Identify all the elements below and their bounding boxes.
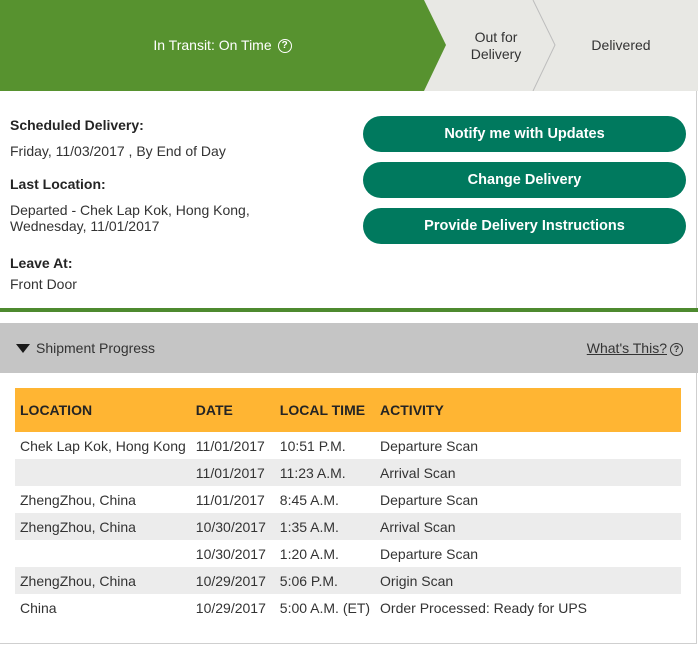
section-divider bbox=[0, 308, 698, 312]
table-row: China 10/29/2017 5:00 A.M. (ET) Order Pr… bbox=[15, 594, 681, 621]
help-icon[interactable]: ? bbox=[277, 39, 292, 54]
cell-location: ZhengZhou, China bbox=[20, 491, 136, 508]
cell-time: 1:35 A.M. bbox=[279, 518, 339, 535]
delivery-progress-banner: In Transit: On Time? Out for Delivery De… bbox=[0, 0, 698, 91]
table-header-row: LOCATION DATE LOCAL TIME ACTIVITY bbox=[15, 388, 681, 432]
last-location-line1: Departed - Chek Lap Kok, Hong Kong, bbox=[10, 202, 250, 218]
notify-updates-button[interactable]: Notify me with Updates bbox=[363, 116, 686, 152]
table-row: ZhengZhou, China 10/29/2017 5:06 P.M. Or… bbox=[15, 567, 681, 594]
cell-activity: Departure Scan bbox=[380, 491, 479, 508]
help-icon[interactable]: ? bbox=[670, 342, 683, 356]
table-row: 11/01/2017 11:23 A.M. Arrival Scan bbox=[15, 459, 681, 486]
column-header-activity: ACTIVITY bbox=[380, 401, 444, 418]
collapse-triangle-icon bbox=[16, 343, 30, 353]
whats-this-label[interactable]: What's This? bbox=[587, 340, 667, 356]
last-location-label: Last Location: bbox=[10, 176, 106, 192]
scheduled-delivery-value: Friday, 11/03/2017 , By End of Day bbox=[10, 143, 226, 159]
cell-location: Chek Lap Kok, Hong Kong bbox=[20, 437, 186, 454]
shipment-progress-title: Shipment Progress bbox=[36, 340, 156, 356]
cell-date: 11/01/2017 bbox=[195, 437, 265, 454]
step-in-transit-label: In Transit: On Time bbox=[153, 37, 272, 53]
table-row: ZhengZhou, China 10/30/2017 1:35 A.M. Ar… bbox=[15, 513, 681, 540]
cell-location bbox=[15, 540, 191, 567]
cell-activity: Origin Scan bbox=[380, 572, 454, 589]
cell-activity: Departure Scan bbox=[380, 545, 479, 562]
cell-time: 5:00 A.M. (ET) bbox=[279, 599, 371, 616]
shipment-progress-toggle[interactable]: Shipment Progress bbox=[16, 340, 155, 356]
cell-time: 10:51 P.M. bbox=[279, 437, 346, 454]
cell-location: ZhengZhou, China bbox=[20, 572, 136, 589]
delivery-instructions-button[interactable]: Provide Delivery Instructions bbox=[363, 208, 686, 244]
cell-location: ZhengZhou, China bbox=[20, 518, 136, 535]
scheduled-delivery-label: Scheduled Delivery: bbox=[10, 117, 144, 133]
cell-activity: Arrival Scan bbox=[380, 464, 456, 481]
leave-at-label: Leave At: bbox=[10, 255, 73, 271]
column-header-date: DATE bbox=[195, 401, 233, 418]
change-delivery-button[interactable]: Change Delivery bbox=[363, 162, 686, 198]
cell-location: China bbox=[20, 599, 57, 616]
cell-time: 8:45 A.M. bbox=[279, 491, 339, 508]
table-row: 10/30/2017 1:20 A.M. Departure Scan bbox=[15, 540, 681, 567]
cell-date: 10/29/2017 bbox=[195, 599, 266, 616]
cell-location bbox=[15, 459, 191, 486]
cell-date: 10/30/2017 bbox=[195, 545, 266, 562]
shipment-progress-header[interactable]: Shipment Progress What's This?? bbox=[0, 323, 698, 373]
last-location-line2: Wednesday, 11/01/2017 bbox=[10, 218, 160, 234]
cell-time: 11:23 A.M. bbox=[279, 464, 346, 481]
cell-date: 10/29/2017 bbox=[195, 572, 266, 589]
table-row: ZhengZhou, China 11/01/2017 8:45 A.M. De… bbox=[15, 486, 681, 513]
step-delivered: Delivered bbox=[591, 37, 651, 53]
leave-at-value: Front Door bbox=[10, 276, 77, 292]
cell-date: 11/01/2017 bbox=[195, 464, 265, 481]
cell-activity: Arrival Scan bbox=[380, 518, 456, 535]
table-row: Chek Lap Kok, Hong Kong 11/01/2017 10:51… bbox=[15, 432, 681, 459]
cell-time: 5:06 P.M. bbox=[279, 572, 338, 589]
column-header-location: LOCATION bbox=[20, 401, 93, 418]
cell-activity: Departure Scan bbox=[380, 437, 479, 454]
shipment-progress-table: LOCATION DATE LOCAL TIME ACTIVITY Chek L… bbox=[15, 388, 681, 621]
step-out-for-delivery: Out for Delivery bbox=[470, 29, 522, 62]
step-in-transit: In Transit: On Time? bbox=[100, 37, 345, 54]
cell-time: 1:20 A.M. bbox=[279, 545, 339, 562]
column-header-local-time: LOCAL TIME bbox=[279, 401, 366, 418]
cell-date: 11/01/2017 bbox=[195, 491, 265, 508]
cell-activity: Order Processed: Ready for UPS bbox=[380, 599, 588, 616]
cell-date: 10/30/2017 bbox=[195, 518, 266, 535]
whats-this-link[interactable]: What's This?? bbox=[587, 340, 683, 356]
